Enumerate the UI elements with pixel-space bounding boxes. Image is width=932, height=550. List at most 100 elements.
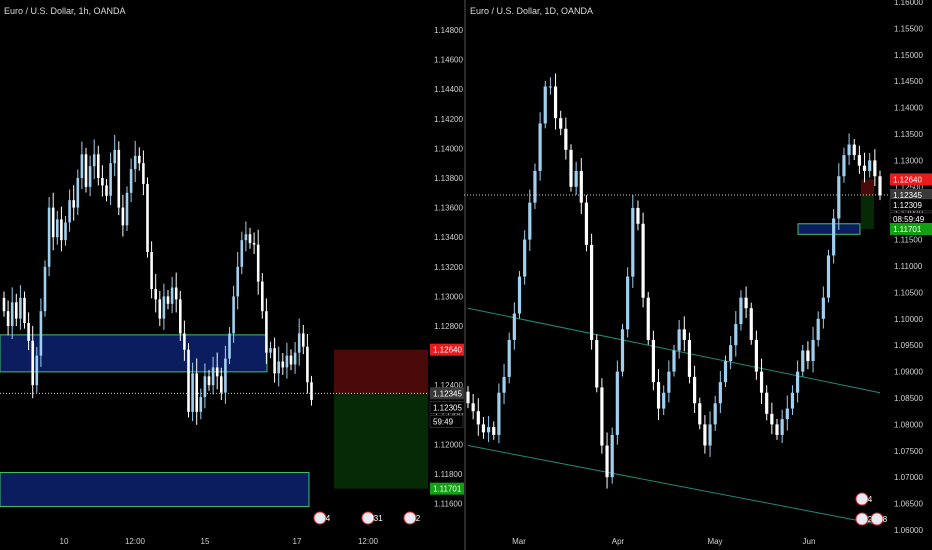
candle-body (651, 339, 655, 383)
candle-body (806, 350, 810, 362)
candle-body (121, 207, 125, 226)
candle-body (497, 392, 501, 435)
daily-chart-pane[interactable]: 1.16000 1.15500 1.15000 1.14500 1.14000 1.135… (464, 0, 932, 550)
y-axis-tick-label: 1.12000 (434, 440, 463, 449)
event-badge[interactable]: 8 (870, 512, 888, 526)
candle-body (142, 163, 145, 184)
candle-body (873, 160, 877, 177)
candle-body (97, 154, 100, 178)
candle-body (215, 367, 219, 377)
last-price-tag[interactable]: 1.12305 (429, 401, 464, 414)
y-axis-tick-label: 1.15500 (894, 24, 923, 33)
candle-body (117, 149, 121, 208)
candle-body (199, 397, 203, 412)
candle-countdown-tag-text: 59:49 (433, 417, 454, 426)
hourly-chart-pane[interactable]: 1.14800 1.14600 1.14400 1.14200 1.14000 1.138… (0, 0, 464, 550)
flag-icon (855, 512, 869, 526)
flag-icon (855, 492, 869, 506)
event-badge[interactable]: 4 (313, 511, 331, 525)
current-price-tag[interactable]: 1.12345 (430, 387, 464, 400)
candle-body (667, 371, 671, 393)
candle-body (512, 313, 516, 340)
x-axis-tick-label: 15 (201, 537, 210, 546)
candle-body (68, 200, 71, 223)
y-axis-tick-label: 1.14000 (894, 104, 923, 113)
event-badge-count: 2 (416, 514, 421, 523)
take-profit-zone[interactable] (861, 194, 874, 229)
candle-body (759, 371, 764, 393)
candle-body (207, 376, 211, 386)
candle-body (109, 163, 112, 196)
candle-body (187, 349, 190, 412)
x-axis-tick-label: Apr (612, 537, 625, 546)
candle-body (723, 361, 728, 383)
event-badge[interactable]: 4 (855, 492, 873, 506)
candle-body (595, 339, 599, 388)
event-badge-count: 4 (326, 514, 331, 523)
candle-body (770, 413, 774, 425)
candle-body (133, 155, 137, 170)
stop-loss-zone[interactable] (861, 179, 874, 195)
candle-body (718, 382, 722, 404)
candle-body (765, 392, 769, 414)
candle-body (656, 382, 661, 409)
take-profit-zone[interactable] (334, 393, 428, 489)
candle-body (543, 86, 547, 124)
stop-loss-zone[interactable] (334, 349, 428, 394)
candle-body (862, 165, 867, 171)
last-price-tag-text: 1.12305 (433, 403, 462, 412)
stop-price-tag-text: 1.12640 (433, 346, 462, 355)
candle-body (471, 403, 475, 412)
candle-body (64, 222, 67, 241)
y-axis-tick-label: 1.06000 (894, 526, 923, 535)
candle-body (84, 154, 88, 187)
candle-body (72, 200, 75, 208)
candle-body (868, 160, 872, 171)
current-price-tag-text: 1.12345 (433, 389, 462, 398)
x-axis-tick-label: Mar (512, 537, 526, 546)
candle-body (35, 355, 39, 386)
candle-body (154, 289, 157, 300)
candle-body (631, 207, 635, 277)
candle-body (878, 176, 882, 196)
last-price-tag[interactable]: 1.12309 (889, 198, 932, 212)
target-price-tag[interactable]: 1.11701 (430, 482, 464, 495)
candle-body (310, 382, 313, 400)
candle-body (113, 149, 116, 164)
candle-body (211, 367, 215, 386)
daily-chart-canvas[interactable]: 1.16000 1.15500 1.15000 1.14500 1.14000 1.135… (464, 0, 932, 550)
stop-price-tag[interactable]: 1.12640 (890, 173, 932, 186)
candle-countdown-tag[interactable]: 59:49 (429, 415, 464, 428)
y-axis-tick-label: 1.10000 (894, 315, 923, 324)
hourly-chart-canvas[interactable]: 1.14800 1.14600 1.14400 1.14200 1.14000 1.138… (0, 0, 464, 550)
candle-body (105, 185, 108, 196)
candle-body (306, 346, 309, 383)
candle-body (179, 299, 182, 334)
candle-body (183, 333, 186, 350)
stop-price-tag[interactable]: 1.12640 (430, 343, 464, 356)
event-badge[interactable]: 2 (855, 512, 873, 526)
candle-body (170, 287, 174, 304)
candle-body (88, 166, 92, 187)
candle-body (492, 427, 496, 435)
candle-body (584, 202, 589, 245)
candle-body (289, 355, 293, 365)
candle-body (281, 361, 285, 368)
candle-body (285, 355, 289, 368)
candle-body (677, 329, 681, 351)
candle-body (801, 350, 805, 372)
candle-body (734, 324, 738, 346)
candle-body (641, 223, 645, 298)
demand-zone[interactable] (797, 223, 861, 235)
candle-body (821, 297, 825, 319)
target-price-tag[interactable]: 1.11701 (890, 222, 932, 235)
trend-channel-line[interactable] (467, 445, 881, 526)
candle-body (466, 391, 470, 404)
candle-body (31, 340, 34, 386)
candle-body (693, 376, 697, 404)
event-badge[interactable]: 331 (361, 511, 383, 525)
event-badge[interactable]: 2 (403, 511, 421, 525)
target-price-tag-text: 1.11701 (433, 485, 462, 494)
demand-zone[interactable] (0, 472, 310, 508)
candle-body (481, 424, 486, 433)
